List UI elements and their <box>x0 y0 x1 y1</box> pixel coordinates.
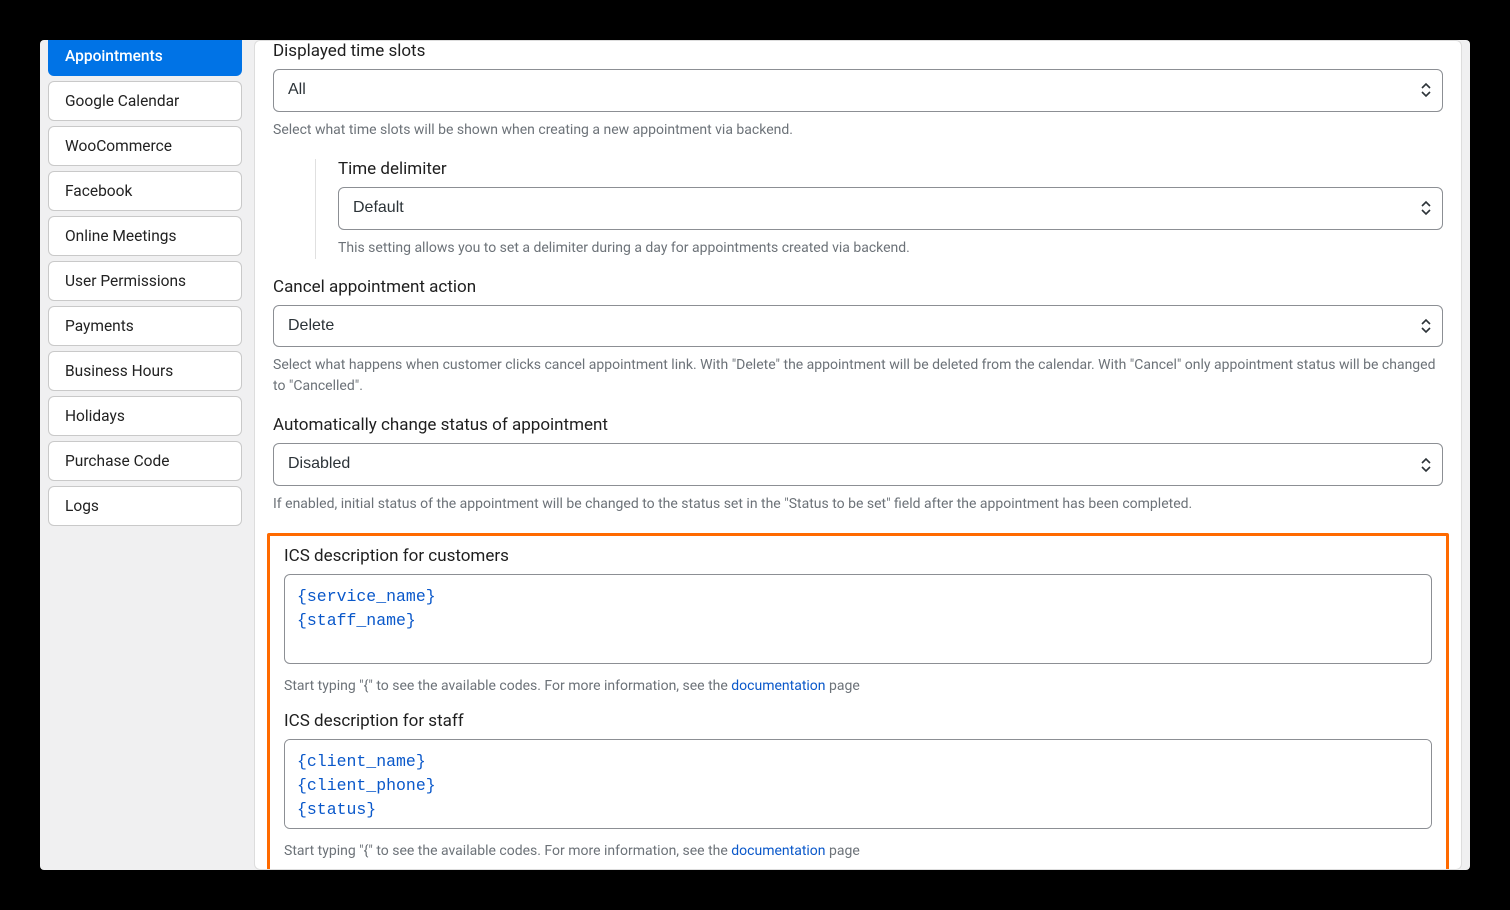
sidebar-item-label: Business Hours <box>65 362 173 380</box>
sidebar-item-label: Appointments <box>65 47 163 65</box>
setting-help: Start typing "{" to see the available co… <box>284 841 1432 862</box>
sidebar-item-facebook[interactable]: Facebook <box>48 171 242 211</box>
sidebar-item-appointments[interactable]: Appointments <box>48 40 242 76</box>
setting-label: ICS description for customers <box>284 546 1432 566</box>
documentation-link[interactable]: documentation <box>731 678 825 694</box>
sidebar-item-holidays[interactable]: Holidays <box>48 396 242 436</box>
displayed-time-slots-select[interactable]: All <box>273 69 1443 112</box>
setting-displayed-time-slots: Displayed time slots All Select what tim… <box>273 41 1443 141</box>
sidebar-item-label: Purchase Code <box>65 452 169 470</box>
ics-staff-textarea[interactable] <box>284 739 1432 829</box>
sidebar-item-label: Payments <box>65 317 134 335</box>
setting-help: This setting allows you to set a delimit… <box>338 238 1443 259</box>
setting-label: ICS description for staff <box>284 711 1432 731</box>
settings-sidebar: Appointments Google Calendar WooCommerce… <box>40 40 250 870</box>
setting-help: Select what time slots will be shown whe… <box>273 120 1443 141</box>
setting-help: Select what happens when customer clicks… <box>273 355 1443 397</box>
setting-time-delimiter: Time delimiter Default This setting allo… <box>315 159 1443 259</box>
sidebar-item-label: Facebook <box>65 182 132 200</box>
sidebar-nav: Appointments Google Calendar WooCommerce… <box>40 40 250 526</box>
setting-cancel-action: Cancel appointment action Delete Select … <box>273 277 1443 398</box>
setting-auto-status: Automatically change status of appointme… <box>273 415 1443 515</box>
setting-help: If enabled, initial status of the appoin… <box>273 494 1443 515</box>
sidebar-item-woocommerce[interactable]: WooCommerce <box>48 126 242 166</box>
sidebar-item-user-permissions[interactable]: User Permissions <box>48 261 242 301</box>
cancel-action-select[interactable]: Delete <box>273 305 1443 348</box>
sidebar-item-purchase-code[interactable]: Purchase Code <box>48 441 242 481</box>
sidebar-item-payments[interactable]: Payments <box>48 306 242 346</box>
documentation-link[interactable]: documentation <box>731 843 825 859</box>
help-text: page <box>826 843 860 859</box>
ics-customers-textarea[interactable] <box>284 574 1432 664</box>
sidebar-item-label: WooCommerce <box>65 137 172 155</box>
setting-ics-staff: ICS description for staff Start typing "… <box>284 711 1432 862</box>
sidebar-item-online-meetings[interactable]: Online Meetings <box>48 216 242 256</box>
sidebar-item-label: User Permissions <box>65 272 186 290</box>
time-delimiter-select[interactable]: Default <box>338 187 1443 230</box>
sidebar-item-logs[interactable]: Logs <box>48 486 242 526</box>
setting-help: Start typing "{" to see the available co… <box>284 676 1432 697</box>
setting-label: Time delimiter <box>338 159 1443 179</box>
sidebar-item-label: Online Meetings <box>65 227 176 245</box>
sidebar-item-label: Holidays <box>65 407 125 425</box>
setting-label: Displayed time slots <box>273 41 1443 61</box>
help-text: page <box>826 678 860 694</box>
sidebar-item-business-hours[interactable]: Business Hours <box>48 351 242 391</box>
help-text: Start typing "{" to see the available co… <box>284 843 731 859</box>
setting-label: Cancel appointment action <box>273 277 1443 297</box>
setting-label: Automatically change status of appointme… <box>273 415 1443 435</box>
ics-highlight-region: ICS description for customers Start typi… <box>267 533 1449 870</box>
sidebar-item-label: Logs <box>65 497 99 515</box>
auto-status-select[interactable]: Disabled <box>273 443 1443 486</box>
settings-panel: Displayed time slots All Select what tim… <box>254 40 1462 870</box>
sidebar-item-label: Google Calendar <box>65 92 179 110</box>
sidebar-item-google-calendar[interactable]: Google Calendar <box>48 81 242 121</box>
help-text: Start typing "{" to see the available co… <box>284 678 731 694</box>
setting-ics-customers: ICS description for customers Start typi… <box>284 546 1432 697</box>
